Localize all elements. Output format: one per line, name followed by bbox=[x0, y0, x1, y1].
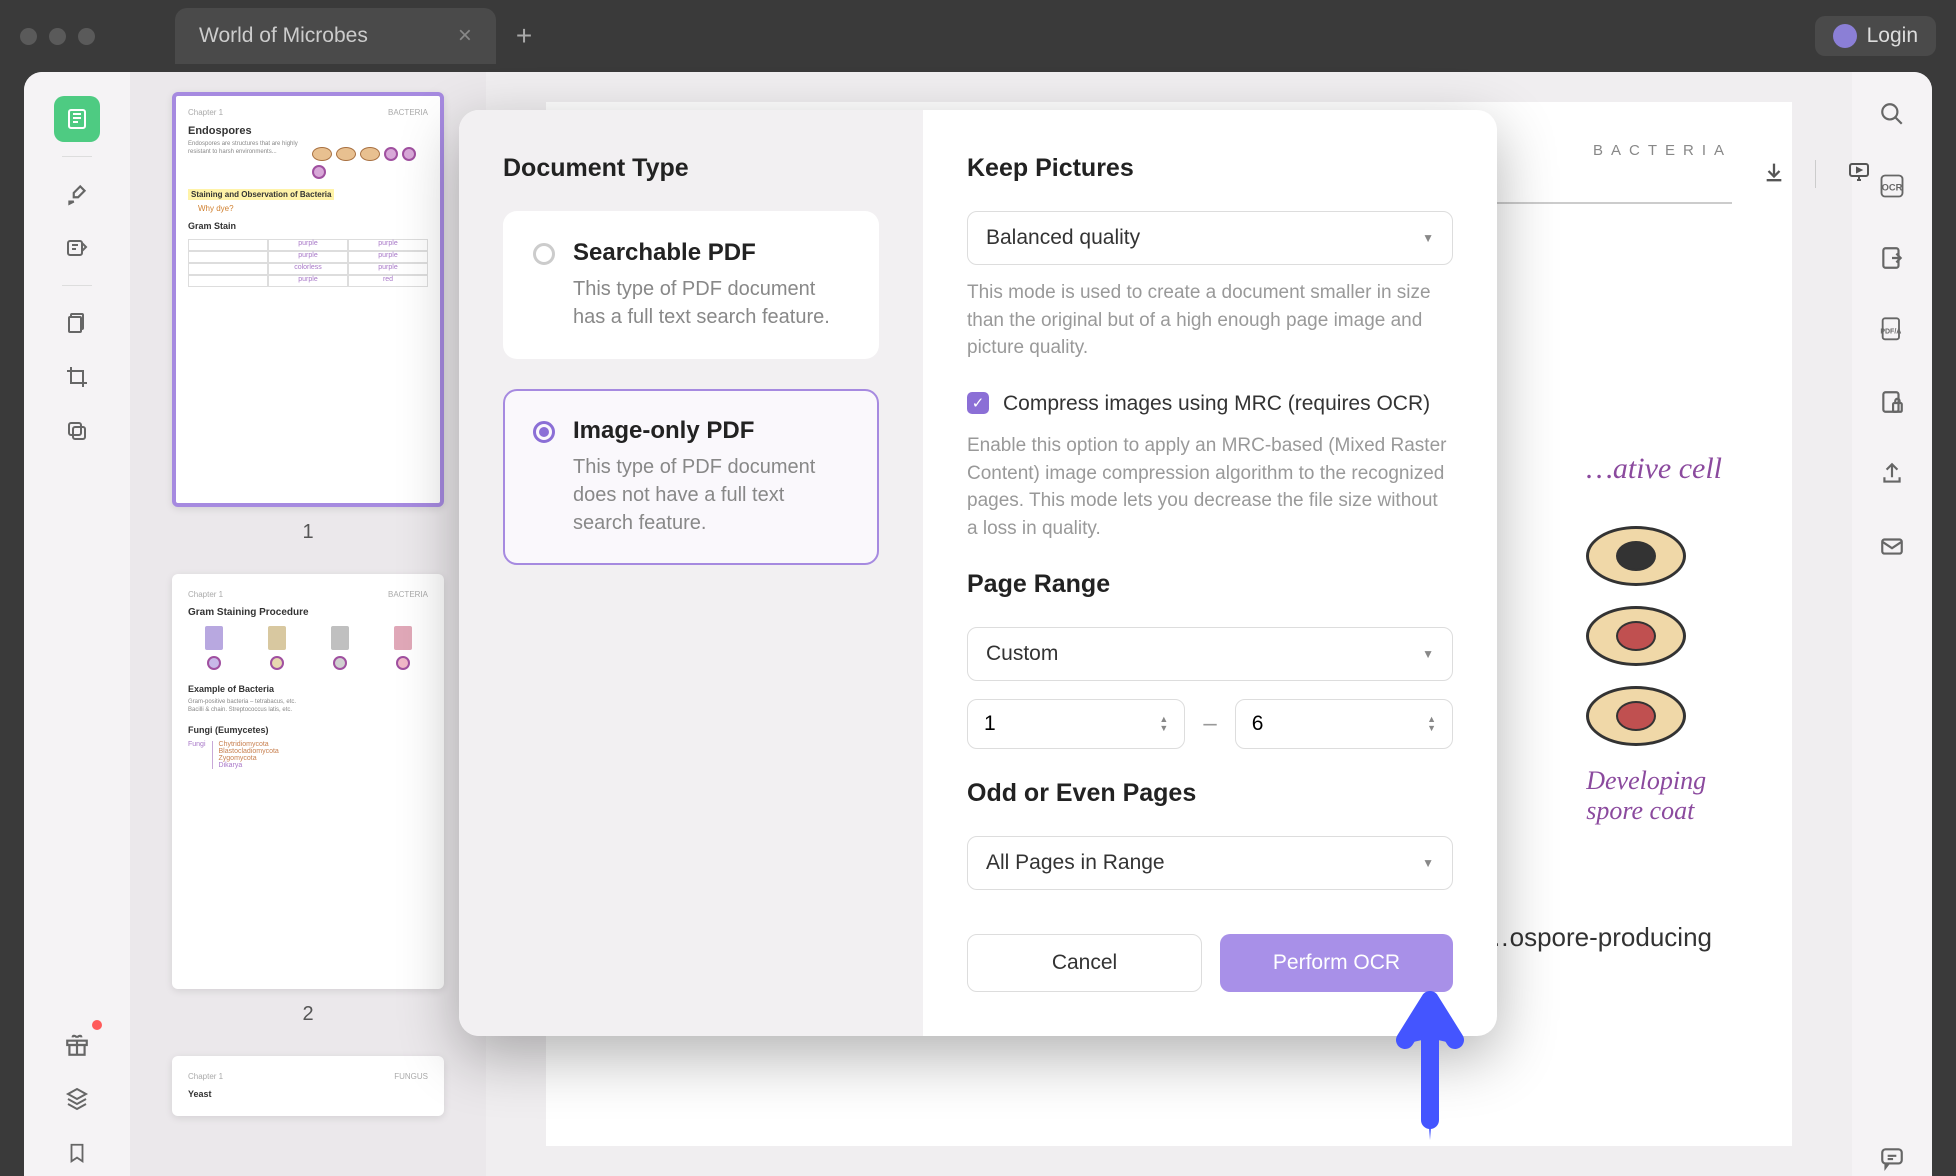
document-type-heading: Document Type bbox=[503, 154, 879, 183]
page-range-heading: Page Range bbox=[967, 570, 1453, 599]
select-value: All Pages in Range bbox=[986, 851, 1165, 875]
checkbox-label: Compress images using MRC (requires OCR) bbox=[1003, 390, 1430, 418]
instruction-arrow-icon bbox=[1380, 990, 1480, 1150]
modal-left-panel: Document Type Searchable PDF This type o… bbox=[459, 110, 923, 1036]
chevron-down-icon: ▼ bbox=[1422, 231, 1434, 245]
range-type-select[interactable]: Custom ▼ bbox=[967, 627, 1453, 681]
option-description: This type of PDF document does not have … bbox=[573, 453, 849, 537]
modal-button-row: Cancel Perform OCR bbox=[967, 934, 1453, 992]
searchable-pdf-option[interactable]: Searchable PDF This type of PDF document… bbox=[503, 211, 879, 359]
range-from-input[interactable]: 1 ▲ ▼ bbox=[967, 699, 1185, 749]
odd-even-heading: Odd or Even Pages bbox=[967, 779, 1453, 808]
perform-ocr-button[interactable]: Perform OCR bbox=[1220, 934, 1453, 992]
option-title: Searchable PDF bbox=[573, 239, 849, 267]
cancel-button[interactable]: Cancel bbox=[967, 934, 1202, 992]
select-value: Balanced quality bbox=[986, 226, 1140, 250]
spinner-value: 6 bbox=[1252, 712, 1264, 736]
quality-select[interactable]: Balanced quality ▼ bbox=[967, 211, 1453, 265]
modal-right-panel: Keep Pictures Balanced quality ▼ This mo… bbox=[923, 110, 1497, 1036]
spinner-value: 1 bbox=[984, 712, 996, 736]
checkbox-icon: ✓ bbox=[967, 392, 989, 414]
radio-icon bbox=[533, 421, 555, 443]
decrement-icon[interactable]: ▼ bbox=[1427, 724, 1436, 733]
chevron-down-icon: ▼ bbox=[1422, 856, 1434, 870]
decrement-icon[interactable]: ▼ bbox=[1159, 724, 1168, 733]
odd-even-select[interactable]: All Pages in Range ▼ bbox=[967, 836, 1453, 890]
modal-overlay: Document Type Searchable PDF This type o… bbox=[0, 0, 1956, 1176]
radio-icon bbox=[533, 243, 555, 265]
range-separator: – bbox=[1203, 710, 1216, 738]
ocr-settings-dialog: Document Type Searchable PDF This type o… bbox=[459, 110, 1497, 1036]
mrc-description: Enable this option to apply an MRC-based… bbox=[967, 432, 1453, 542]
range-to-input[interactable]: 6 ▲ ▼ bbox=[1235, 699, 1453, 749]
image-only-pdf-option[interactable]: Image-only PDF This type of PDF document… bbox=[503, 389, 879, 565]
quality-description: This mode is used to create a document s… bbox=[967, 279, 1453, 362]
chevron-down-icon: ▼ bbox=[1422, 647, 1434, 661]
mrc-compression-checkbox[interactable]: ✓ Compress images using MRC (requires OC… bbox=[967, 390, 1453, 418]
keep-pictures-heading: Keep Pictures bbox=[967, 154, 1453, 183]
page-range-inputs: 1 ▲ ▼ – 6 ▲ ▼ bbox=[967, 699, 1453, 749]
option-title: Image-only PDF bbox=[573, 417, 849, 445]
option-description: This type of PDF document has a full tex… bbox=[573, 275, 849, 331]
select-value: Custom bbox=[986, 642, 1058, 666]
